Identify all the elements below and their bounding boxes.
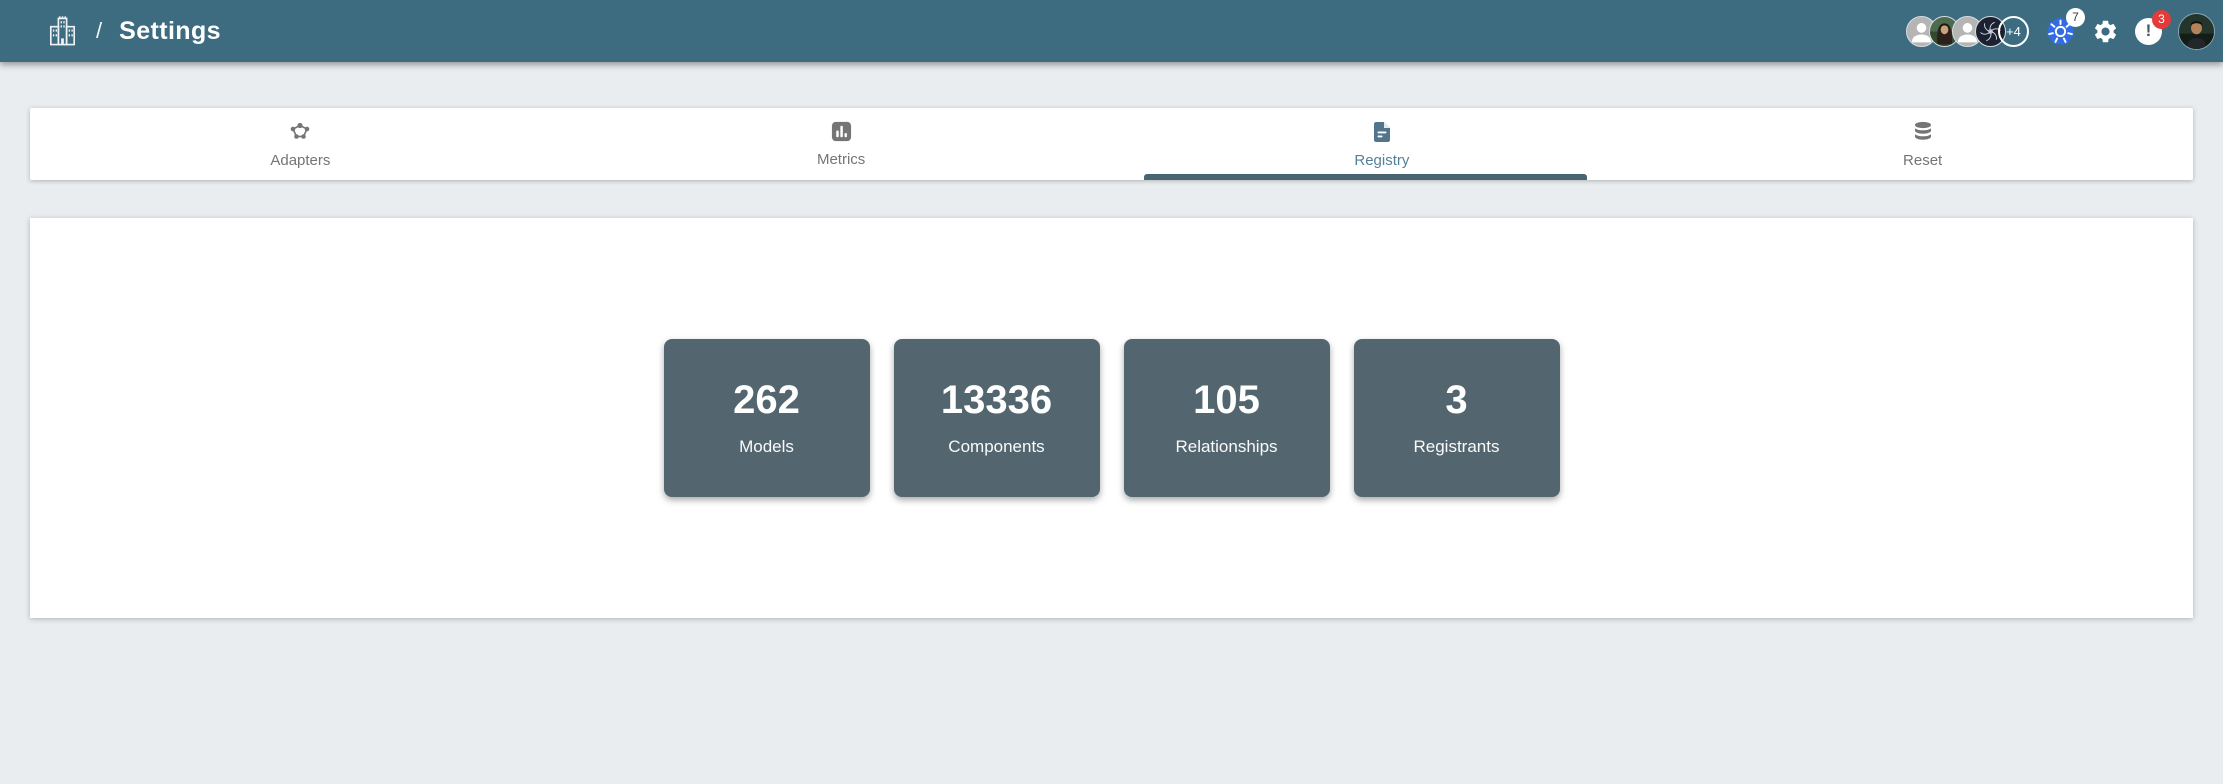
stat-value: 3: [1445, 380, 1467, 420]
registry-panel: 262 Models 13336 Components 105 Relation…: [30, 218, 2193, 618]
tab-adapters[interactable]: Adapters: [30, 108, 571, 180]
metrics-chart-icon: [830, 120, 853, 143]
user-avatar-group[interactable]: +4: [1906, 16, 2029, 47]
stat-label: Models: [739, 437, 794, 457]
stat-card-models: 262 Models: [664, 339, 870, 497]
settings-tab-bar: Adapters Metrics Registry: [30, 108, 2193, 180]
kubernetes-context-button[interactable]: 7: [2045, 16, 2076, 47]
stat-label: Registrants: [1414, 437, 1500, 457]
breadcrumb-separator: /: [96, 18, 102, 44]
notifications-button[interactable]: ! 3: [2135, 18, 2162, 45]
tab-label: Adapters: [270, 152, 330, 169]
breadcrumb: / Settings: [46, 15, 221, 48]
adapters-network-icon: [288, 120, 312, 144]
app-header: / Settings: [0, 0, 2223, 62]
tab-label: Metrics: [817, 151, 865, 168]
stat-label: Components: [948, 437, 1044, 457]
reset-database-icon: [1911, 120, 1935, 144]
settings-gear-button[interactable]: [2092, 18, 2119, 45]
active-tab-indicator: [1144, 174, 1587, 180]
page-title: Settings: [119, 17, 221, 46]
header-actions: +4 7: [1906, 13, 2215, 50]
tab-label: Registry: [1354, 152, 1409, 169]
stat-value: 105: [1193, 380, 1260, 420]
kubernetes-context-count-badge: 7: [2066, 8, 2085, 27]
stat-value: 13336: [941, 380, 1052, 420]
registry-document-icon: [1370, 120, 1394, 144]
stat-card-registrants: 3 Registrants: [1354, 339, 1560, 497]
tab-registry[interactable]: Registry: [1112, 108, 1653, 180]
stat-label: Relationships: [1175, 437, 1277, 457]
profile-avatar[interactable]: [2178, 13, 2215, 50]
registry-stats-row: 262 Models 13336 Components 105 Relation…: [30, 339, 2193, 497]
stat-card-relationships: 105 Relationships: [1124, 339, 1330, 497]
tab-reset[interactable]: Reset: [1652, 108, 2193, 180]
stat-card-components: 13336 Components: [894, 339, 1100, 497]
stat-value: 262: [733, 380, 800, 420]
tab-label: Reset: [1903, 152, 1942, 169]
alert-glyph: !: [2146, 21, 2152, 41]
avatar-overflow-count[interactable]: +4: [1998, 16, 2029, 47]
building-icon[interactable]: [46, 15, 79, 48]
notification-count-badge: 3: [2152, 10, 2171, 29]
tab-metrics[interactable]: Metrics: [571, 108, 1112, 180]
avatar-overflow-label: +4: [2006, 24, 2021, 39]
